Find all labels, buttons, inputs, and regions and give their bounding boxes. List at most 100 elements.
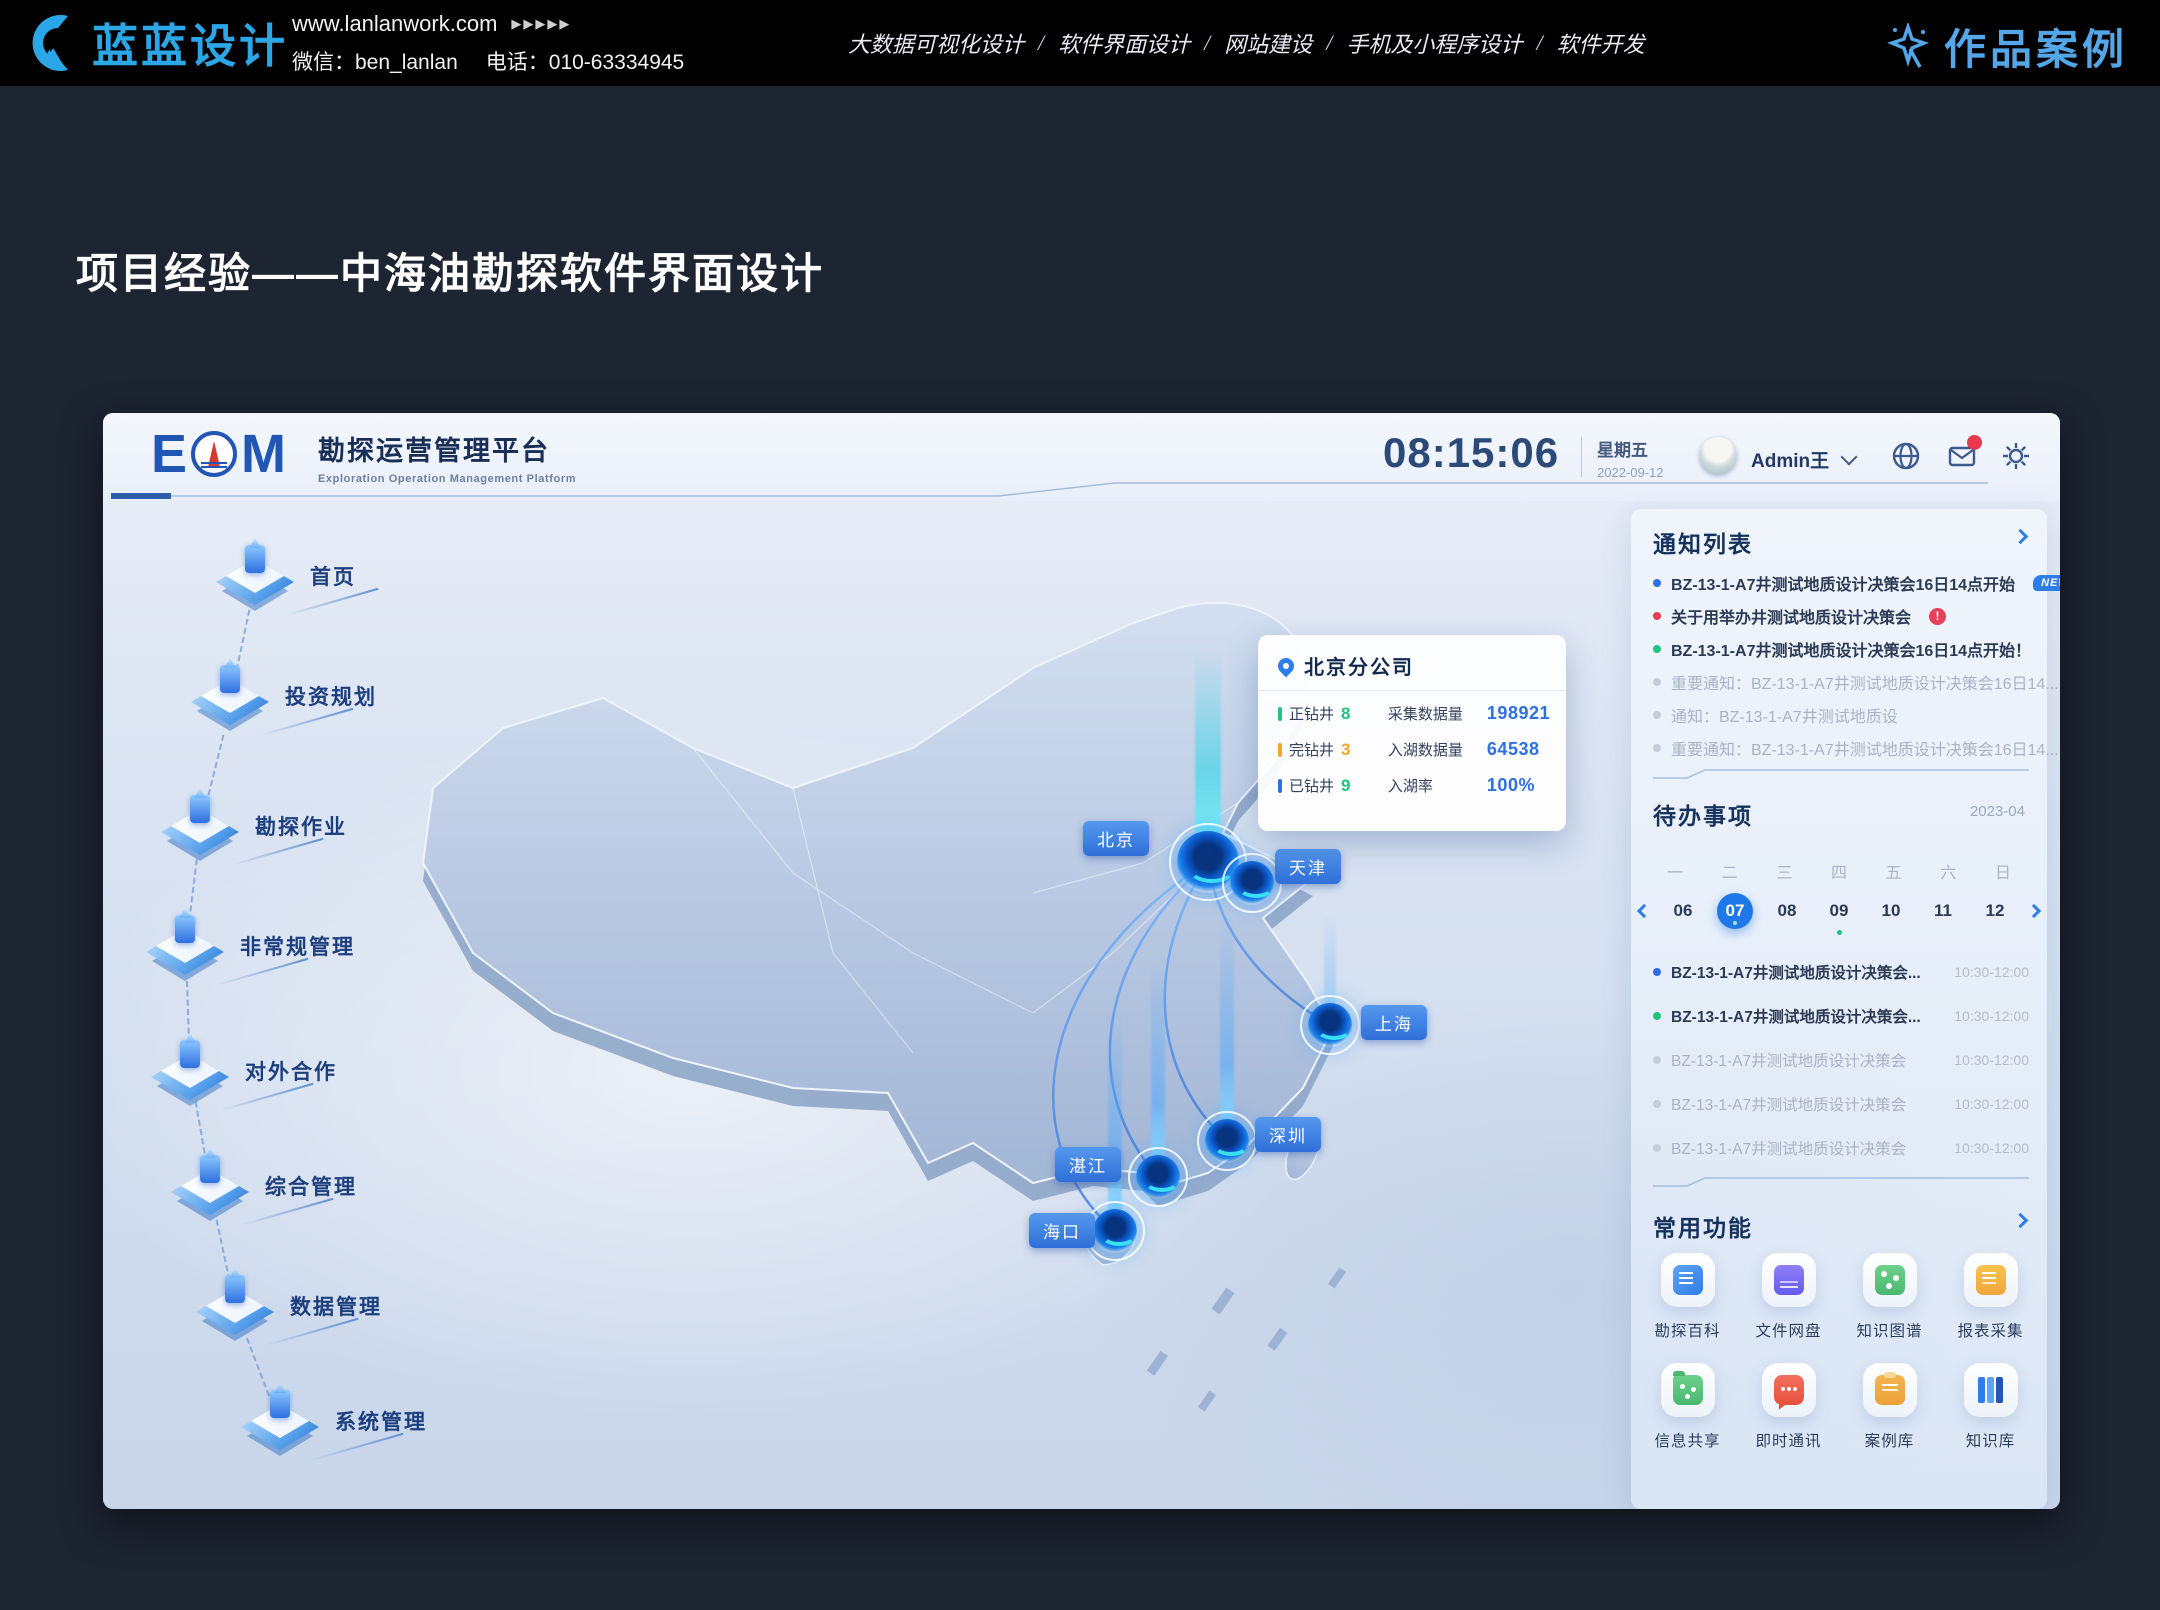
weekday-cell: 一 (1667, 859, 1683, 883)
todo-time: 10:30-12:00 (1954, 1096, 2029, 1112)
function-file-drive[interactable]: 文件网盘 (1738, 1253, 1839, 1341)
new-badge: NEW (2033, 575, 2060, 591)
mail-icon[interactable] (1947, 441, 1977, 471)
weekday-cell: 三 (1776, 859, 1792, 883)
tianjin-marker[interactable] (1230, 861, 1274, 905)
weekday-cell: 四 (1831, 859, 1847, 883)
status-dot (1653, 645, 1661, 653)
brand: 蓝蓝设计 (22, 10, 288, 76)
clock-separator (1581, 437, 1582, 477)
alert-badge: ! (1929, 608, 1946, 625)
main-nav: 大数据可视化设计 / 软件界面设计 / 网站建设 / 手机及小程序设计 / 软件… (848, 0, 1645, 86)
function-info-sharing[interactable]: 信息共享 (1637, 1363, 1738, 1451)
zhanjiang-marker[interactable] (1136, 1155, 1180, 1199)
chevron-down-icon[interactable] (1841, 449, 1858, 466)
page-title: 项目经验——中海油勘探软件界面设计 (76, 240, 824, 301)
shanghai-marker[interactable] (1308, 1003, 1352, 1047)
notification-item[interactable]: 重要通知：BZ-13-1-A7井测试地质设计决策会16日14... (1653, 670, 2029, 694)
folder-share-icon (1673, 1375, 1703, 1405)
drive-icon (1774, 1265, 1804, 1295)
functions-grid: 勘探百科 文件网盘 知识图谱 报表采集 信息共享 (1637, 1253, 2041, 1473)
city-label-haikou[interactable]: 海口 (1029, 1213, 1095, 1248)
mail-unread-badge (1967, 435, 1982, 450)
nav-separator: / (1204, 30, 1210, 56)
clipboard-icon (1875, 1375, 1905, 1405)
gear-icon[interactable] (2001, 441, 2031, 471)
avatar[interactable] (1699, 437, 1737, 475)
date-cell[interactable]: 09 (1821, 893, 1857, 929)
chat-icon (1774, 1375, 1804, 1405)
date-cell[interactable]: 11 (1925, 893, 1961, 929)
date-cell[interactable]: 08 (1769, 893, 1805, 929)
site-url[interactable]: www.lanlanwork.com (292, 11, 497, 37)
function-case-library[interactable]: 案例库 (1839, 1363, 1940, 1451)
status-dot (1653, 711, 1661, 719)
stat-collected-data: 采集数据量 198921 (1388, 703, 1550, 724)
star-cursor-icon (1886, 23, 1930, 71)
nav-item-dev[interactable]: 软件开发 (1557, 27, 1645, 59)
location-pin-icon (1275, 654, 1298, 677)
todo-time: 10:30-12:00 (1954, 1052, 2029, 1068)
todo-item[interactable]: BZ-13-1-A7井测试地质设计决策会 10:30-12:00 (1653, 1049, 2029, 1071)
nav-item-website[interactable]: 网站建设 (1224, 27, 1312, 59)
notification-item[interactable]: BZ-13-1-A7井测试地质设计决策会16日14点开始！ (1653, 637, 2029, 661)
function-exploration-wiki[interactable]: 勘探百科 (1637, 1253, 1738, 1341)
section-divider (1653, 767, 2029, 779)
todo-time: 10:30-12:00 (1954, 1008, 2029, 1024)
chart-platform-icon (146, 903, 224, 975)
city-label-zhanjiang[interactable]: 湛江 (1055, 1147, 1121, 1182)
nav-item-bigdata[interactable]: 大数据可视化设计 (848, 27, 1024, 59)
city-label-beijing[interactable]: 北京 (1083, 821, 1149, 856)
clock: 08:15:06 (1383, 429, 1559, 477)
date-cell[interactable]: 06 (1665, 893, 1701, 929)
calendar-next-icon[interactable] (2027, 904, 2041, 918)
calendar-prev-icon[interactable] (1637, 904, 1651, 918)
todo-item[interactable]: BZ-13-1-A7井测试地质设计决策会 10:30-12:00 (1653, 1093, 2029, 1115)
todo-item[interactable]: BZ-13-1-A7井测试地质设计决策会... 10:30-12:00 (1653, 961, 2029, 983)
functions-more-chevron-icon[interactable] (2013, 1213, 2029, 1229)
notification-item[interactable]: 重要通知：BZ-13-1-A7井测试地质设计决策会16日14... (1653, 736, 2029, 760)
city-label-shenzhen[interactable]: 深圳 (1255, 1117, 1321, 1152)
date-cell-selected[interactable]: 07 (1717, 893, 1753, 929)
wechat-label: 微信：ben_lanlan (292, 46, 458, 76)
shenzhen-marker[interactable] (1205, 1119, 1249, 1163)
nav-item-mobile[interactable]: 手机及小程序设计 (1346, 27, 1522, 59)
function-knowledge-graph[interactable]: 知识图谱 (1839, 1253, 1940, 1341)
weekday-cell: 六 (1940, 859, 1956, 883)
function-report-collection[interactable]: 报表采集 (1940, 1253, 2041, 1341)
stat-value: 9 (1341, 776, 1350, 796)
phone-label: 电话：010-63334945 (486, 46, 684, 76)
notification-item[interactable]: BZ-13-1-A7井测试地质设计决策会16日14点开始 NEW (1653, 571, 2029, 595)
todo-time: 10:30-12:00 (1954, 964, 2029, 980)
username[interactable]: Admin王 (1751, 446, 1829, 473)
stat-completed-wells: 完钻井 3 (1278, 739, 1374, 760)
status-dot (1653, 579, 1661, 587)
notification-item[interactable]: 通知：BZ-13-1-A7井测试地质设 (1653, 703, 2029, 727)
app-panel: E M 勘探运营管理平台 Exploration Operation Manag… (103, 413, 2060, 1509)
nav-item-software-ui[interactable]: 软件界面设计 (1058, 27, 1190, 59)
date-cell[interactable]: 10 (1873, 893, 1909, 929)
popup-title: 北京分公司 (1304, 651, 1414, 680)
todo-item[interactable]: BZ-13-1-A7井测试地质设计决策会... 10:30-12:00 (1653, 1005, 2029, 1027)
function-knowledge-base[interactable]: 知识库 (1940, 1363, 2041, 1451)
south-sea-islands (1147, 1268, 1346, 1412)
portfolio-label[interactable]: 作品案例 (1944, 16, 2128, 77)
contact-block: www.lanlanwork.com ▶▶▶▶▶ 微信：ben_lanlan 电… (292, 11, 684, 76)
city-label-tianjin[interactable]: 天津 (1275, 849, 1341, 884)
person-platform-icon (151, 1028, 229, 1100)
todo-item[interactable]: BZ-13-1-A7井测试地质设计决策会 10:30-12:00 (1653, 1137, 2029, 1159)
stat-lake-rate: 入湖率 100% (1388, 775, 1550, 796)
tick-icon (1278, 779, 1282, 793)
haikou-marker[interactable] (1093, 1209, 1137, 1253)
stat-value: 64538 (1487, 739, 1540, 760)
date-cell[interactable]: 12 (1977, 893, 2013, 929)
beijing-beam (1195, 651, 1221, 851)
city-label-shanghai[interactable]: 上海 (1361, 1005, 1427, 1040)
notifications-more-chevron-icon[interactable] (2013, 529, 2029, 545)
portfolio-link[interactable]: 作品案例 (1886, 16, 2128, 77)
books-icon (1976, 1375, 2006, 1405)
stat-value: 100% (1487, 775, 1535, 796)
globe-icon[interactable] (1891, 441, 1921, 471)
function-instant-messaging[interactable]: 即时通讯 (1738, 1363, 1839, 1451)
notification-item[interactable]: 关于用举办井测试地质设计决策会 ! (1653, 604, 2029, 628)
